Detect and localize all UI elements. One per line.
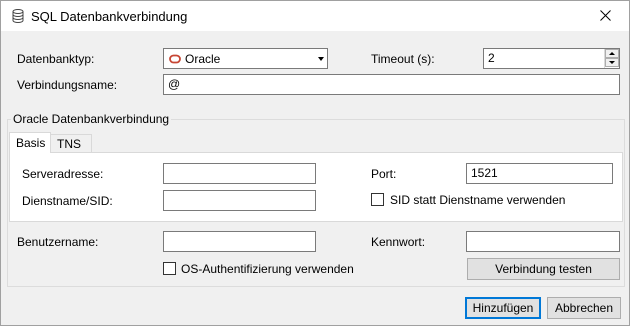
chevron-down-icon [318, 57, 324, 61]
cancel-button-label: Abbrechen [554, 301, 614, 315]
timeout-spinner[interactable]: 2 [483, 48, 620, 69]
sid-checkbox[interactable] [371, 193, 384, 206]
password-input[interactable] [466, 231, 620, 252]
os-auth-checkbox[interactable] [163, 262, 176, 275]
database-icon [12, 9, 24, 23]
port-label: Port: [371, 167, 397, 181]
username-input[interactable] [163, 231, 316, 252]
tab-tns-label: TNS [57, 137, 81, 151]
db-type-label: Datenbanktyp: [17, 52, 95, 66]
db-type-value: Oracle [185, 52, 221, 66]
connection-name-label: Verbindungsname: [17, 78, 118, 92]
connection-name-value: @ [168, 77, 181, 91]
spinner-down-button[interactable] [605, 58, 619, 67]
test-connection-button[interactable]: Verbindung testen [467, 258, 620, 280]
port-value: 1521 [471, 166, 498, 180]
tab-tns[interactable]: TNS [50, 134, 92, 152]
server-label: Serveradresse: [22, 167, 104, 181]
os-auth-label: OS-Authentifizierung verwenden [181, 262, 354, 276]
db-type-select[interactable]: Oracle [163, 48, 328, 69]
test-connection-label: Verbindung testen [495, 262, 592, 276]
service-input[interactable] [163, 190, 316, 211]
close-icon [600, 10, 611, 21]
group-title: Oracle Datenbankverbindung [11, 112, 172, 126]
service-label: Dienstname/SID: [22, 194, 113, 208]
spinner-up-button[interactable] [605, 49, 619, 58]
add-button-label: Hinzufügen [472, 301, 534, 315]
username-label: Benutzername: [17, 235, 99, 249]
title-bar: SQL Datenbankverbindung [1, 1, 629, 31]
close-button[interactable] [583, 1, 629, 31]
spinner-buttons [604, 49, 619, 68]
timeout-value: 2 [488, 51, 495, 65]
add-button[interactable]: Hinzufügen [465, 297, 541, 319]
dialog-window: SQL Datenbankverbindung Datenbanktyp: Or… [0, 0, 630, 326]
oracle-icon [169, 54, 181, 64]
port-input[interactable]: 1521 [466, 163, 613, 184]
window-title: SQL Datenbankverbindung [31, 9, 188, 24]
server-input[interactable] [163, 163, 316, 184]
sid-checkbox-label: SID statt Dienstname verwenden [390, 193, 566, 207]
password-label: Kennwort: [371, 235, 426, 249]
cancel-button[interactable]: Abbrechen [547, 297, 621, 319]
connection-name-input[interactable]: @ [163, 74, 620, 95]
tab-basis[interactable]: Basis [9, 132, 51, 153]
timeout-label: Timeout (s): [371, 52, 435, 66]
tab-basis-label: Basis [16, 136, 46, 150]
